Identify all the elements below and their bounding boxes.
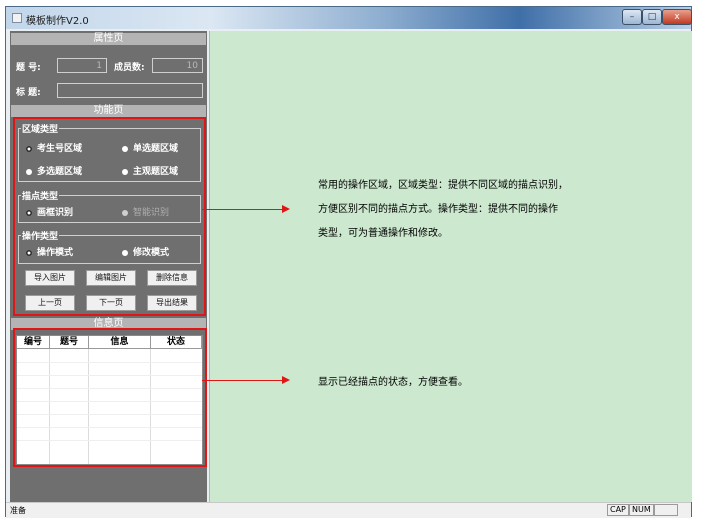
edit-image-button[interactable]: 编辑图片 (86, 270, 136, 286)
anchor-type-label: 描点类型 (21, 189, 60, 202)
caps-indicator: CAP (607, 504, 629, 516)
radio-anchor-box[interactable]: 画框识别 (26, 205, 73, 218)
radio-operation-mode[interactable]: 操作模式 (26, 245, 73, 258)
delete-info-button[interactable]: 删除信息 (147, 270, 197, 286)
title-field[interactable] (57, 83, 203, 98)
functions-annotation-line-2: 方便区别不同的描点方式。操作类型：提供不同的操作 (318, 204, 558, 215)
prev-page-button[interactable]: 上一页 (25, 295, 75, 311)
title-bar[interactable]: 模板制作V2.0 – □ x (6, 7, 692, 29)
minimize-button[interactable]: – (622, 9, 642, 25)
info-highlight-box (13, 328, 207, 467)
functions-arrow-line (202, 209, 282, 210)
functions-annotation: 常用的操作区域，区域类型：提供不同区域的描点识别， 方便区别不同的描点方式。操作… (318, 174, 568, 246)
status-bar: 准备 CAP NUM (6, 502, 691, 518)
title-label: 标 题: (16, 88, 41, 98)
maximize-button[interactable]: □ (642, 9, 662, 25)
functions-section-title: 功能页 (11, 105, 206, 117)
operation-type-label: 操作类型 (21, 229, 60, 242)
next-page-button[interactable]: 下一页 (86, 295, 136, 311)
members-field[interactable]: 10 (152, 58, 203, 73)
import-image-button[interactable]: 导入图片 (25, 270, 75, 286)
info-arrow-line (202, 380, 282, 381)
question-number-label: 题 号: (16, 63, 41, 73)
question-number-field[interactable]: 1 (57, 58, 107, 73)
workspace[interactable]: 常用的操作区域，区域类型：提供不同区域的描点识别， 方便区别不同的描点方式。操作… (209, 31, 692, 502)
app-window: 模板制作V2.0 – □ x 属性页 题 号: 1 成员数: 10 标 题: 功… (5, 6, 692, 518)
properties-section-title: 属性页 (11, 33, 206, 45)
members-label: 成员数: (114, 63, 145, 73)
num-indicator: NUM (629, 504, 654, 516)
area-type-label: 区域类型 (21, 122, 60, 135)
radio-area-candidate[interactable]: 考生号区域 (26, 141, 82, 154)
radio-area-single[interactable]: 单选题区域 (122, 141, 178, 154)
functions-annotation-line-1: 常用的操作区域，区域类型：提供不同区域的描点识别， (318, 180, 568, 191)
radio-area-multi[interactable]: 多选题区域 (26, 164, 82, 177)
info-annotation: 显示已经描点的状态，方便查看。 (318, 377, 468, 388)
radio-area-subjective[interactable]: 主观题区域 (122, 164, 178, 177)
radio-modify-mode[interactable]: 修改模式 (122, 245, 169, 258)
close-button[interactable]: x (662, 9, 692, 25)
export-result-button[interactable]: 导出结果 (147, 295, 197, 311)
functions-annotation-line-3: 类型，可为普通操作和修改。 (318, 228, 448, 239)
info-arrow-head (282, 376, 290, 384)
functions-arrow-head (282, 205, 290, 213)
status-text: 准备 (10, 506, 26, 515)
radio-anchor-smart[interactable]: 智能识别 (122, 205, 169, 218)
window-title: 模板制作V2.0 (26, 16, 89, 27)
app-icon (12, 13, 22, 23)
status-indicator-empty (654, 504, 678, 516)
